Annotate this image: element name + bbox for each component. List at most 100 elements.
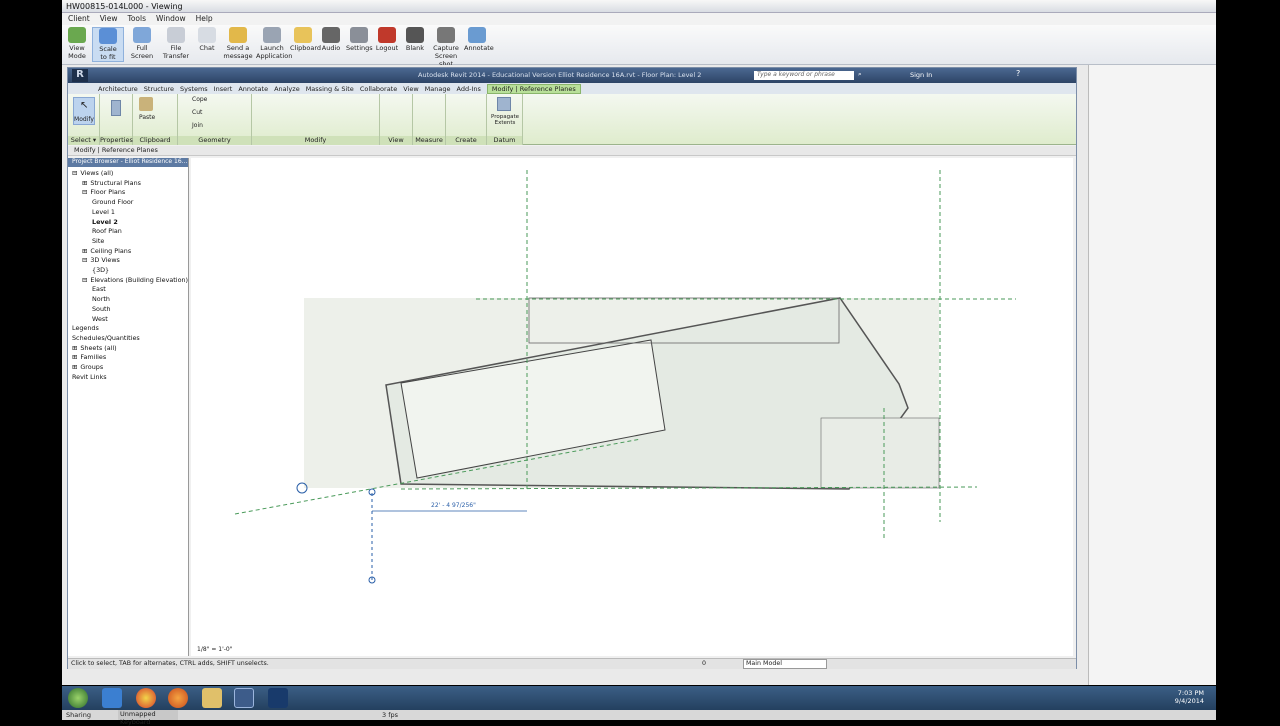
ribbon-tab[interactable]: Modify | Reference Planes — [486, 83, 581, 94]
outer-toolbar-button[interactable]: Annotate — [464, 27, 494, 52]
ribbon-tab[interactable]: Systems — [180, 85, 208, 93]
tree-toggle-icon[interactable]: ⊟ — [82, 256, 87, 264]
project-browser-item[interactable]: ⊟ Views (all) — [72, 169, 113, 177]
outer-toolbar-button[interactable]: Clipboard — [290, 27, 321, 52]
ribbon-tab[interactable]: Insert — [214, 85, 233, 93]
paste-icon[interactable] — [139, 97, 153, 111]
outer-toolbar-button[interactable]: Send a message — [222, 27, 254, 60]
project-browser-item[interactable]: Revit Links — [72, 373, 107, 381]
outer-window-title: HW00815-014L000 - Viewing — [66, 2, 183, 11]
outer-menu-item[interactable]: Tools — [128, 14, 146, 24]
ribbon-tab[interactable]: Analyze — [274, 85, 300, 93]
project-browser-item[interactable]: Level 1 — [92, 208, 115, 216]
revit-title-bar: R Autodesk Revit 2014 - Educational Vers… — [68, 68, 1076, 83]
outer-menu-item[interactable]: Window — [156, 14, 186, 24]
ribbon-tab[interactable]: Collaborate — [360, 85, 397, 93]
outer-menu-item[interactable]: Client — [68, 14, 90, 24]
tree-toggle-icon[interactable]: ⊞ — [82, 247, 87, 255]
project-browser-item[interactable]: Site — [92, 237, 104, 245]
project-browser-item[interactable]: East — [92, 285, 106, 293]
project-browser-item[interactable]: ⊞ Groups — [72, 363, 103, 371]
tree-toggle-icon[interactable]: ⊟ — [82, 276, 87, 284]
project-browser-item[interactable]: Level 2 — [92, 218, 118, 226]
ribbon-group-label[interactable]: Select ▾ — [68, 136, 99, 145]
ribbon-tab[interactable]: View — [403, 85, 418, 93]
project-browser-item[interactable]: ⊟ 3D Views — [82, 256, 120, 264]
project-browser-item[interactable]: ⊟ Floor Plans — [82, 188, 125, 196]
firefox-icon[interactable] — [168, 688, 188, 708]
photoshop-icon[interactable] — [268, 688, 288, 708]
project-browser-item[interactable]: Schedules/Quantities — [72, 334, 140, 342]
outer-title-bar: HW00815-014L000 - Viewing — [62, 0, 1216, 13]
view-scale[interactable]: 1/8" = 1'-0" — [197, 646, 232, 653]
project-browser-item[interactable]: Roof Plan — [92, 227, 122, 235]
ribbon-group-modify: Modify — [252, 94, 380, 145]
cut-button[interactable]: Cut — [192, 109, 202, 116]
outer-toolbar-button[interactable]: Logout — [374, 27, 400, 52]
ribbon-tab[interactable]: Manage — [425, 85, 451, 93]
join-button[interactable]: Join — [192, 122, 203, 129]
outer-toolbar-button[interactable]: Launch Application — [256, 27, 293, 60]
outer-toolbar-button[interactable]: View Mode — [64, 27, 90, 60]
system-tray[interactable]: 7:03 PM 9/4/2014 — [1175, 689, 1204, 705]
sharing-label: Sharing — [66, 711, 91, 719]
clipboard-icon — [294, 27, 312, 43]
outer-toolbar-button[interactable]: Audio — [318, 27, 344, 52]
project-browser-item[interactable]: South — [92, 305, 111, 313]
project-browser-item[interactable]: ⊞ Families — [72, 353, 106, 361]
project-browser-item[interactable]: Legends — [72, 324, 99, 332]
ribbon-group-view: View — [380, 94, 413, 145]
ribbon-tab[interactable]: Architecture — [98, 85, 138, 93]
propagate-extents-button[interactable]: Propagate Extents — [489, 114, 521, 126]
drawing-canvas[interactable]: 22' - 4 97/256" — [191, 158, 1073, 656]
outer-toolbar-button[interactable]: Chat — [194, 27, 220, 52]
search-input[interactable]: Type a keyword or phrase — [754, 71, 854, 80]
ribbon-tab[interactable]: Structure — [144, 85, 174, 93]
revit-task-icon[interactable] — [234, 688, 254, 708]
outer-toolbar-button[interactable]: Scale to fit — [92, 27, 124, 62]
outer-toolbar-label: Settings — [346, 44, 373, 52]
outer-toolbar-button[interactable]: Blank — [402, 27, 428, 52]
properties-icon[interactable] — [111, 100, 121, 116]
project-browser-item[interactable]: ⊞ Structural Plans — [82, 179, 141, 187]
tree-toggle-icon[interactable]: ⊟ — [72, 169, 77, 177]
revit-logo-icon[interactable]: R — [72, 69, 88, 82]
cope-button[interactable]: Cope — [192, 96, 207, 103]
outer-toolbar-button[interactable]: Settings — [346, 27, 373, 52]
project-browser-item[interactable]: North — [92, 295, 110, 303]
outer-toolbar-label: Launch Application — [256, 44, 293, 60]
tree-toggle-icon[interactable]: ⊞ — [82, 179, 87, 187]
project-browser-item[interactable]: Ground Floor — [92, 198, 133, 206]
chrome-icon[interactable] — [136, 688, 156, 708]
modify-button[interactable]: ↖ Modify — [73, 97, 95, 125]
project-browser-label: Elevations (Building Elevation) — [90, 275, 189, 284]
internet-explorer-icon[interactable] — [102, 688, 122, 708]
project-browser-item[interactable]: {3D} — [92, 266, 109, 274]
ribbon-tab[interactable]: Add-Ins — [457, 85, 481, 93]
floor-plan-view[interactable]: 22' - 4 97/256" — [191, 158, 1073, 656]
sign-in-link[interactable]: Sign In — [910, 71, 932, 79]
start-button-icon[interactable] — [68, 688, 88, 708]
project-browser-item[interactable]: ⊞ Sheets (all) — [72, 344, 117, 352]
file-explorer-icon[interactable] — [202, 688, 222, 708]
tree-toggle-icon[interactable]: ⊟ — [82, 188, 87, 196]
project-browser-item[interactable]: ⊟ Elevations (Building Elevation) — [82, 276, 188, 284]
keyboard-mode[interactable]: Unmapped Keyboard — [118, 710, 178, 726]
tree-toggle-icon[interactable]: ⊞ — [72, 353, 77, 361]
project-browser-item[interactable]: West — [92, 315, 108, 323]
outer-menu-item[interactable]: View — [100, 14, 118, 24]
ribbon-tab[interactable]: Annotate — [238, 85, 268, 93]
project-browser-item[interactable]: ⊞ Ceiling Plans — [82, 247, 131, 255]
search-icon[interactable]: ⌕ — [858, 70, 862, 79]
outer-toolbar-button[interactable]: Capture Screen shot — [430, 27, 462, 68]
ribbon-tab[interactable]: Massing & Site — [306, 85, 354, 93]
dimension-text[interactable]: 22' - 4 97/256" — [431, 502, 476, 509]
active-workset-select[interactable]: Main Model — [743, 659, 827, 669]
outer-toolbar-button[interactable]: Full Screen — [126, 27, 158, 60]
outer-menu-item[interactable]: Help — [196, 14, 213, 24]
tree-toggle-icon[interactable]: ⊞ — [72, 344, 77, 352]
outer-toolbar-button[interactable]: File Transfer — [160, 27, 192, 60]
tree-toggle-icon[interactable]: ⊞ — [72, 363, 77, 371]
help-icon[interactable]: ? — [1016, 69, 1020, 78]
propagate-extents-icon[interactable] — [497, 97, 511, 111]
